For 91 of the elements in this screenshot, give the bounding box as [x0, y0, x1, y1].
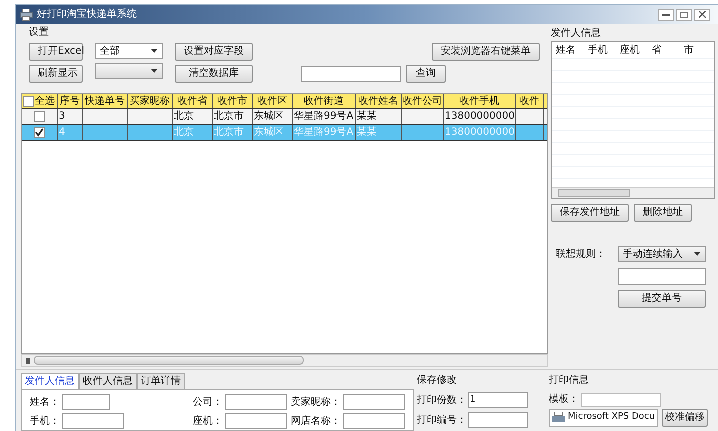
field-label: 座机： — [193, 414, 223, 428]
caret-icon — [151, 49, 158, 53]
caret-icon — [694, 252, 701, 256]
column-header[interactable]: 收件姓名 — [356, 94, 402, 108]
field-label: 模板： — [549, 392, 579, 407]
table-cell-text: 某某 — [357, 110, 377, 124]
submit-button[interactable]: 提交单号 — [618, 290, 706, 308]
clear-database-button[interactable]: 清空数据库 — [175, 65, 253, 83]
field-label: 卖家昵称： — [291, 396, 341, 410]
tab[interactable]: 发件人信息 — [21, 373, 79, 389]
tab[interactable]: 订单详情 — [137, 373, 185, 389]
column-header[interactable]: 买家昵称 — [128, 94, 173, 108]
table-cell-text: 某某 — [357, 126, 377, 140]
column-header[interactable]: 座机 — [620, 42, 640, 58]
column-header[interactable]: 序号 — [58, 94, 83, 108]
horizontal-scrollbar[interactable] — [552, 187, 714, 198]
horizontal-scrollbar[interactable] — [21, 354, 548, 367]
refresh-button[interactable]: 刷新显示 — [29, 65, 83, 83]
panel-title: 发件人信息 — [551, 26, 602, 41]
column-header[interactable]: 收件市 — [213, 94, 253, 108]
form-field[interactable] — [62, 413, 124, 429]
table-cell-text: 北京市 — [214, 126, 244, 140]
column-header[interactable]: 省 — [652, 42, 672, 58]
table-cell-text: 华星路99号A — [294, 110, 354, 124]
filter-dropdown[interactable]: 全部 — [95, 43, 163, 59]
form-field[interactable] — [225, 413, 287, 429]
column-header[interactable]: 收件区 — [253, 94, 293, 108]
form-field[interactable] — [225, 394, 287, 410]
column-header[interactable]: 全选 — [35, 94, 55, 108]
column-header[interactable]: 收件街道 — [293, 94, 356, 108]
table-row[interactable]: 3 北京 北京市 东城区 华星路99号A 某某 13800000000 — [22, 109, 547, 125]
tab[interactable]: 收件人信息 — [79, 373, 137, 389]
table-cell-text: 北京 — [174, 110, 194, 124]
column-header[interactable]: 快递单号 — [83, 94, 128, 108]
checkbox[interactable] — [34, 127, 45, 138]
form-field[interactable] — [343, 394, 405, 410]
sender-action-button[interactable]: 删除地址 — [634, 204, 692, 222]
column-header[interactable]: 收件手机 — [444, 94, 516, 108]
column-header[interactable]: 收件省 — [173, 94, 213, 108]
table-cell-text: 4 — [59, 126, 66, 140]
table-cell-text: 华星路99号A — [294, 126, 354, 140]
field-label: 打印编号： — [417, 414, 467, 428]
group-title: 打印信息 — [549, 374, 590, 388]
tracking-number-field[interactable] — [618, 268, 706, 285]
column-header[interactable]: 手机 — [588, 42, 608, 58]
checkbox[interactable] — [23, 96, 34, 106]
column-header[interactable]: 收件公司 — [402, 94, 444, 108]
group-title: 设置 — [29, 26, 50, 40]
open-excel-button[interactable]: 打开Excel — [29, 43, 83, 61]
field-label: 公司： — [193, 396, 223, 410]
printer-icon — [20, 8, 33, 20]
form-field[interactable] — [343, 413, 405, 429]
template-field[interactable] — [581, 392, 661, 406]
dropdown[interactable] — [95, 63, 163, 79]
table-cell-text: 北京市 — [214, 110, 244, 124]
scrollbar-thumb[interactable] — [34, 356, 304, 365]
table-cell-text: 东城区 — [254, 110, 284, 124]
field-label: 网店名称： — [291, 414, 341, 428]
window-title: 好打印淘宝快递单系统 — [37, 8, 137, 22]
column-header[interactable]: 市 — [684, 42, 704, 58]
field-label: 姓名： — [30, 396, 60, 410]
table-cell-text: 3 — [59, 110, 66, 124]
form-field[interactable]: 1 — [468, 392, 528, 408]
form-field[interactable] — [62, 394, 110, 410]
column-header[interactable]: 姓名 — [556, 42, 576, 58]
table-cell-text: 北京 — [174, 126, 194, 140]
map-fields-button[interactable]: 设置对应字段 — [175, 43, 253, 61]
group-title: 保存修改 — [417, 374, 458, 388]
printer-icon — [552, 412, 566, 424]
search-field[interactable] — [301, 66, 401, 82]
table-cell-text: 东城区 — [254, 126, 284, 140]
printer-name: Microsoft XPS Docu — [568, 411, 656, 424]
calibrate-button[interactable]: 校准偏移 — [662, 409, 708, 427]
install-menu-button[interactable]: 安装浏览器右键菜单 — [432, 43, 540, 61]
field-label: 打印份数： — [417, 394, 467, 408]
checkbox[interactable] — [34, 111, 45, 122]
caret-icon — [151, 69, 158, 73]
printer-list[interactable]: Microsoft XPS Docu — [549, 409, 658, 427]
column-header[interactable]: 收件 — [516, 94, 544, 108]
close-button[interactable] — [694, 8, 710, 20]
table-cell-text: 13800000000 — [445, 126, 515, 140]
minimize-button[interactable] — [658, 8, 674, 20]
association-dropdown[interactable]: 手动连续输入 — [618, 246, 706, 262]
sender-action-button[interactable]: 保存发件地址 — [551, 204, 629, 222]
search-button[interactable]: 查询 — [406, 65, 446, 83]
field-label: 联想规则： — [556, 248, 606, 262]
field-label: 手机： — [30, 414, 60, 428]
table-cell-text: 13800000000 — [445, 110, 515, 124]
close-icon — [698, 11, 706, 18]
form-field[interactable] — [468, 412, 528, 428]
maximize-button[interactable] — [676, 8, 692, 20]
